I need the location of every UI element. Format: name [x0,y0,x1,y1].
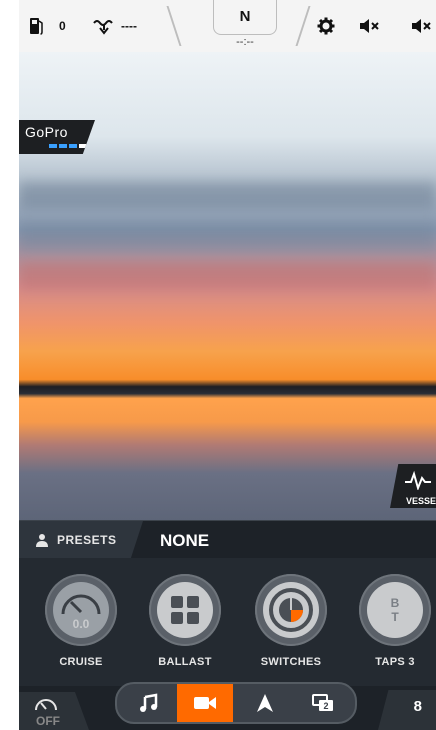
camera-view[interactable]: GoPro VESSE [19,52,436,520]
mode-tiles: 0.0 CRUISE BALLAST SWITCHES B T TAPS 3 [19,558,436,686]
video-camera-icon [194,697,216,709]
bottom-dock: OFF 2 8 [19,682,436,730]
gopro-signal-icon [49,144,87,148]
right-tab-value: 8 [413,698,422,715]
presets-label: PRESETS [57,533,117,547]
ballast-grid-icon [171,596,199,624]
fuel-value: 0 [59,19,66,33]
preset-current-value[interactable]: NONE [160,531,209,551]
depth-waves-icon [93,20,113,35]
waveform-icon [405,470,431,490]
fuel-indicator[interactable]: 0 [29,14,66,38]
taps-ring: B T [359,574,431,646]
fuel-pump-icon [30,18,43,35]
status-divider [295,6,311,46]
heading-label: N [239,8,251,25]
taps-line-1: B [390,596,400,610]
pip-badge: 2 [323,701,328,711]
ballast-dial [157,582,213,638]
pip-icon: 2 [312,694,333,711]
ballast-ring [149,574,221,646]
ballast-mode-button[interactable]: BALLAST [143,574,223,674]
cruise-dial: 0.0 [53,582,109,638]
cloud-band [19,182,436,210]
cruise-off-tab[interactable]: OFF [19,692,89,730]
picture-in-picture-button[interactable]: 2 [295,684,351,722]
right-dock-tab[interactable]: 8 [378,690,436,730]
taps-line-2: T [391,610,399,624]
gopro-badge[interactable]: GoPro [19,120,95,154]
person-icon [36,534,48,547]
cruise-value: 0.0 [73,617,90,631]
speaker-muted-icon [412,19,431,33]
vessel-button[interactable]: VESSE [390,464,436,508]
speaker-muted-icon [360,19,379,33]
switches-mode-button[interactable]: SWITCHES [249,574,329,674]
cloud-band [19,222,436,250]
gauge-icon [35,699,57,711]
cloud-band [19,262,436,290]
media-switcher: 2 [115,682,357,724]
cruise-ring: 0.0 [45,574,117,646]
mute-button-secondary[interactable] [411,14,433,38]
settings-button[interactable] [317,14,335,38]
switches-dial-icon [269,588,313,632]
taps-dial: B T [367,582,423,638]
cruise-mode-button[interactable]: 0.0 CRUISE [39,574,119,674]
status-divider [166,6,182,46]
music-button[interactable] [121,684,177,722]
cruise-label: CRUISE [59,656,103,668]
switches-ring [255,574,327,646]
depth-value: ---- [121,19,137,33]
navigation-arrow-icon [257,694,273,712]
navigation-button[interactable] [237,684,293,722]
mute-button[interactable] [359,14,381,38]
music-note-icon [140,693,158,712]
taps-mode-button[interactable]: B T TAPS 3 [353,574,433,674]
taps-label: TAPS 3 [375,656,415,668]
gopro-logo: GoPro [25,124,68,140]
time-value: --:-- [236,36,254,48]
camera-button[interactable] [177,684,233,722]
vessel-label: VESSE [405,496,436,506]
speedometer-icon: 0.0 [61,594,101,631]
depth-indicator[interactable]: ---- [93,14,137,38]
switches-dial [263,582,319,638]
presets-bar: PRESETS NONE [19,520,436,560]
status-bar: 0 ---- N --:-- [19,0,436,52]
gear-icon [317,17,335,35]
app-frame: 0 ---- N --:-- GoPro VESSE PRESETS NONE … [19,0,436,730]
switches-label: SWITCHES [260,656,322,668]
presets-tab[interactable]: PRESETS [19,521,143,559]
ballast-label: BALLAST [158,656,212,668]
cruise-off-label: OFF [36,714,60,728]
compass-box[interactable]: N [213,0,277,35]
